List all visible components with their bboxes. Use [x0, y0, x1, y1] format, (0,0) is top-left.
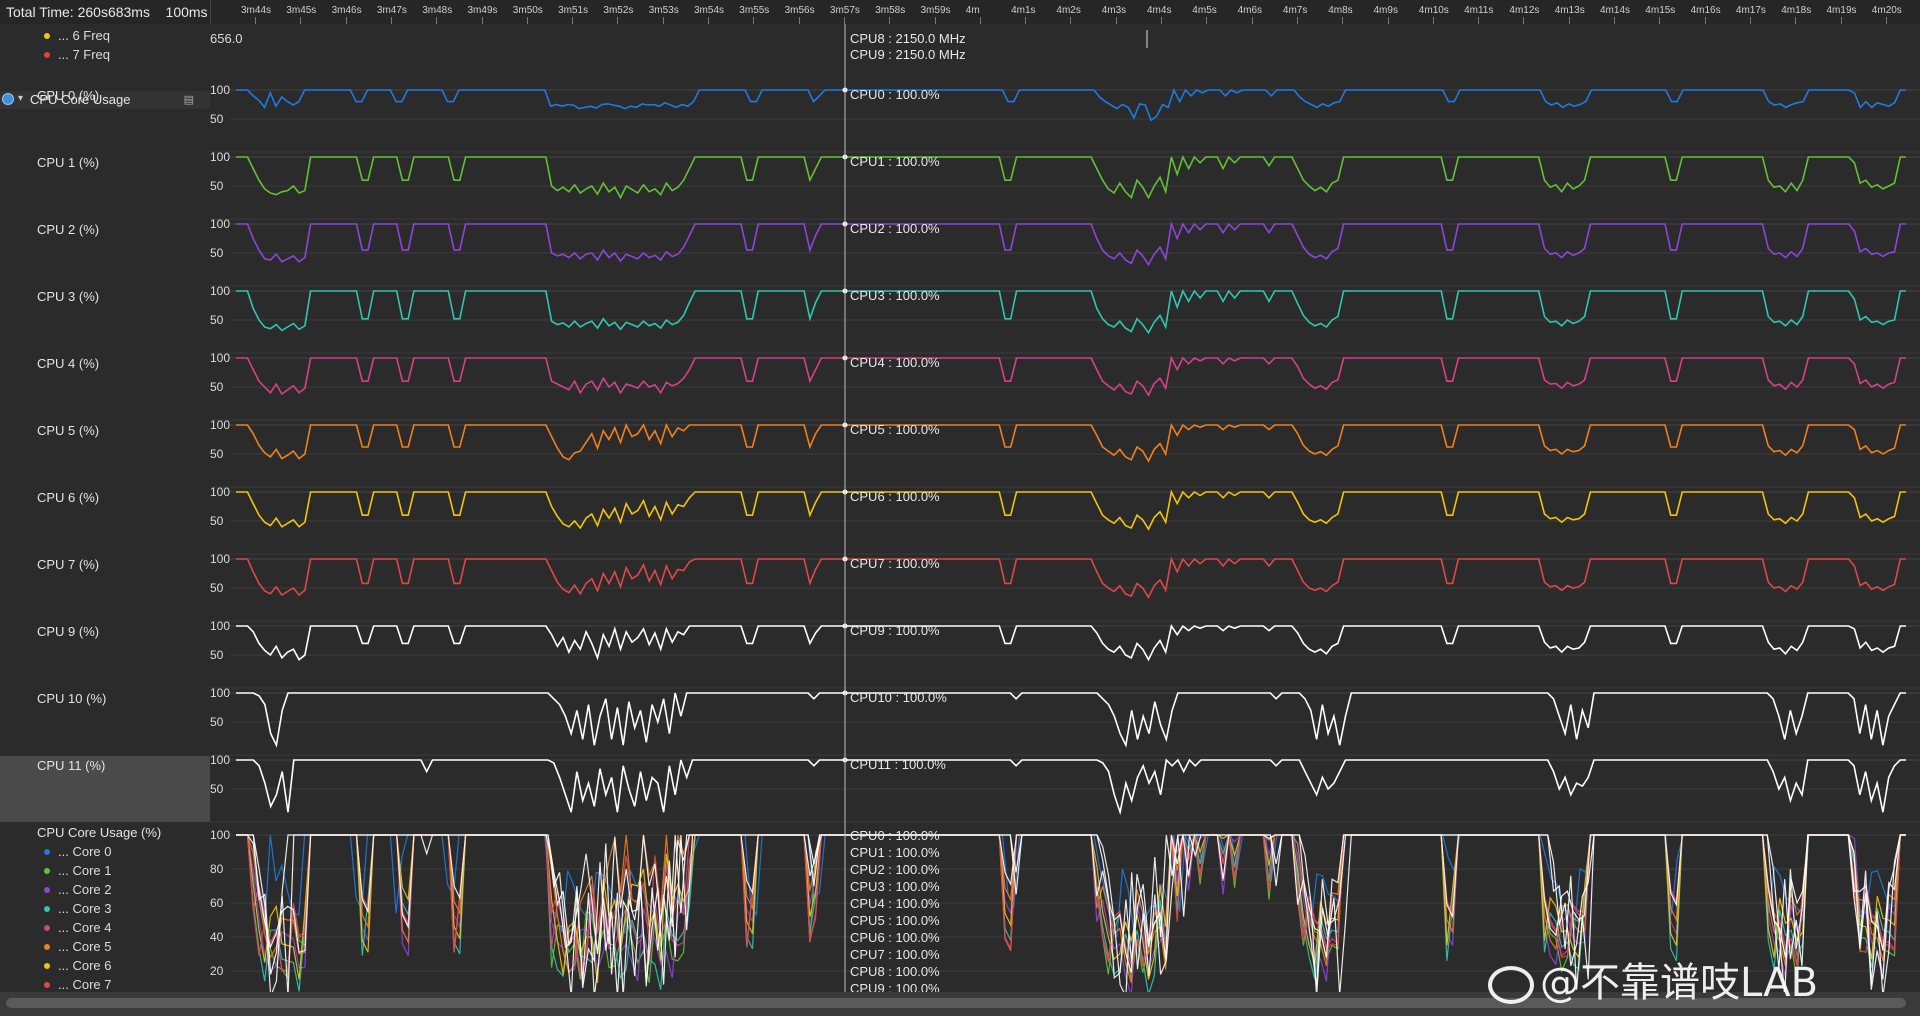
- series-line-cpu4: [236, 355, 1906, 397]
- combined-tooltip-line: CPU9 : 100.0%: [850, 981, 940, 992]
- series-tooltip: CPU5 : 100.0%: [850, 422, 940, 437]
- series-line-cpu1: [236, 154, 1906, 200]
- y-tick-label: 100: [210, 686, 230, 700]
- combined-tooltip-line: CPU4 : 100.0%: [850, 896, 940, 911]
- series-line-cpu10: [236, 692, 1906, 748]
- watermark-text: @不靠谱吱LAB: [1540, 960, 1819, 1006]
- y-tick-label: 100: [210, 418, 230, 432]
- combined-tooltip-line: CPU6 : 100.0%: [850, 930, 940, 945]
- combined-tooltip-line: CPU3 : 100.0%: [850, 879, 940, 894]
- series-tooltip: CPU9 : 100.0%: [850, 623, 940, 638]
- y-tick-label: 100: [210, 552, 230, 566]
- series-tooltip: CPU6 : 100.0%: [850, 489, 940, 504]
- series-tooltip: CPU2 : 100.0%: [850, 221, 940, 236]
- y-tick-label: 100: [210, 83, 230, 97]
- watermark: @不靠谱吱LAB: [1488, 950, 1818, 1008]
- series-tooltip: CPU4 : 100.0%: [850, 355, 940, 370]
- combined-tooltip-line: CPU7 : 100.0%: [850, 947, 940, 962]
- series-line-cpu7: [236, 556, 1906, 599]
- combined-y-tick-label: 20: [210, 964, 224, 978]
- y-tick-label: 50: [210, 581, 224, 595]
- combined-tooltip-line: CPU1 : 100.0%: [850, 845, 940, 860]
- y-tick-label: 100: [210, 351, 230, 365]
- combined-tooltip-line: CPU0 : 100.0%: [850, 828, 940, 843]
- y-tick-label: 50: [210, 179, 224, 193]
- y-tick-label: 50: [210, 782, 224, 796]
- combined-series-line-cpu0: [236, 832, 1906, 938]
- y-tick-label: 50: [210, 447, 224, 461]
- freq-tooltip-line: CPU9 : 2150.0 MHz: [850, 47, 966, 62]
- series-tooltip: CPU0 : 100.0%: [850, 87, 940, 102]
- series-tooltip: CPU1 : 100.0%: [850, 154, 940, 169]
- combined-y-tick-label: 80: [210, 862, 224, 876]
- combined-tooltip-line: CPU8 : 100.0%: [850, 964, 940, 979]
- series-line-cpu3: [236, 289, 1906, 335]
- series-tooltip: CPU3 : 100.0%: [850, 288, 940, 303]
- y-tick-label: 100: [210, 217, 230, 231]
- y-tick-label: 50: [210, 246, 224, 260]
- y-tick-label: 50: [210, 112, 224, 126]
- weibo-logo-icon: [1488, 966, 1534, 1004]
- combined-y-tick-label: 100: [210, 828, 230, 842]
- series-line-cpu11: [236, 758, 1906, 816]
- combined-y-tick-label: 40: [210, 930, 224, 944]
- y-tick-label: 50: [210, 514, 224, 528]
- y-tick-label: 100: [210, 150, 230, 164]
- y-tick-label: 100: [210, 485, 230, 499]
- y-tick-label: 50: [210, 715, 224, 729]
- series-line-cpu0: [236, 87, 1906, 122]
- freq-value-label: 656.0: [210, 31, 243, 46]
- y-tick-label: 50: [210, 380, 224, 394]
- series-line-cpu5: [236, 422, 1906, 463]
- cpu-core-usage-chart[interactable]: 656.0 CPU8 : 2150.0 MHzCPU9 : 2150.0 MHz 1…: [0, 0, 1920, 992]
- series-tooltip: CPU10 : 100.0%: [850, 690, 947, 705]
- series-tooltip: CPU11 : 100.0%: [850, 757, 946, 772]
- series-tooltip: CPU7 : 100.0%: [850, 556, 940, 571]
- combined-tooltip-line: CPU5 : 100.0%: [850, 913, 940, 928]
- combined-y-tick-label: 60: [210, 896, 224, 910]
- combined-tooltip-line: CPU2 : 100.0%: [850, 862, 940, 877]
- freq-tooltip-line: CPU8 : 2150.0 MHz: [850, 31, 966, 46]
- y-tick-label: 100: [210, 619, 230, 633]
- y-tick-label: 50: [210, 313, 224, 327]
- y-tick-label: 100: [210, 284, 230, 298]
- y-tick-label: 50: [210, 648, 224, 662]
- series-line-cpu6: [236, 489, 1906, 531]
- series-line-cpu2: [236, 221, 1906, 267]
- y-tick-label: 100: [210, 753, 230, 767]
